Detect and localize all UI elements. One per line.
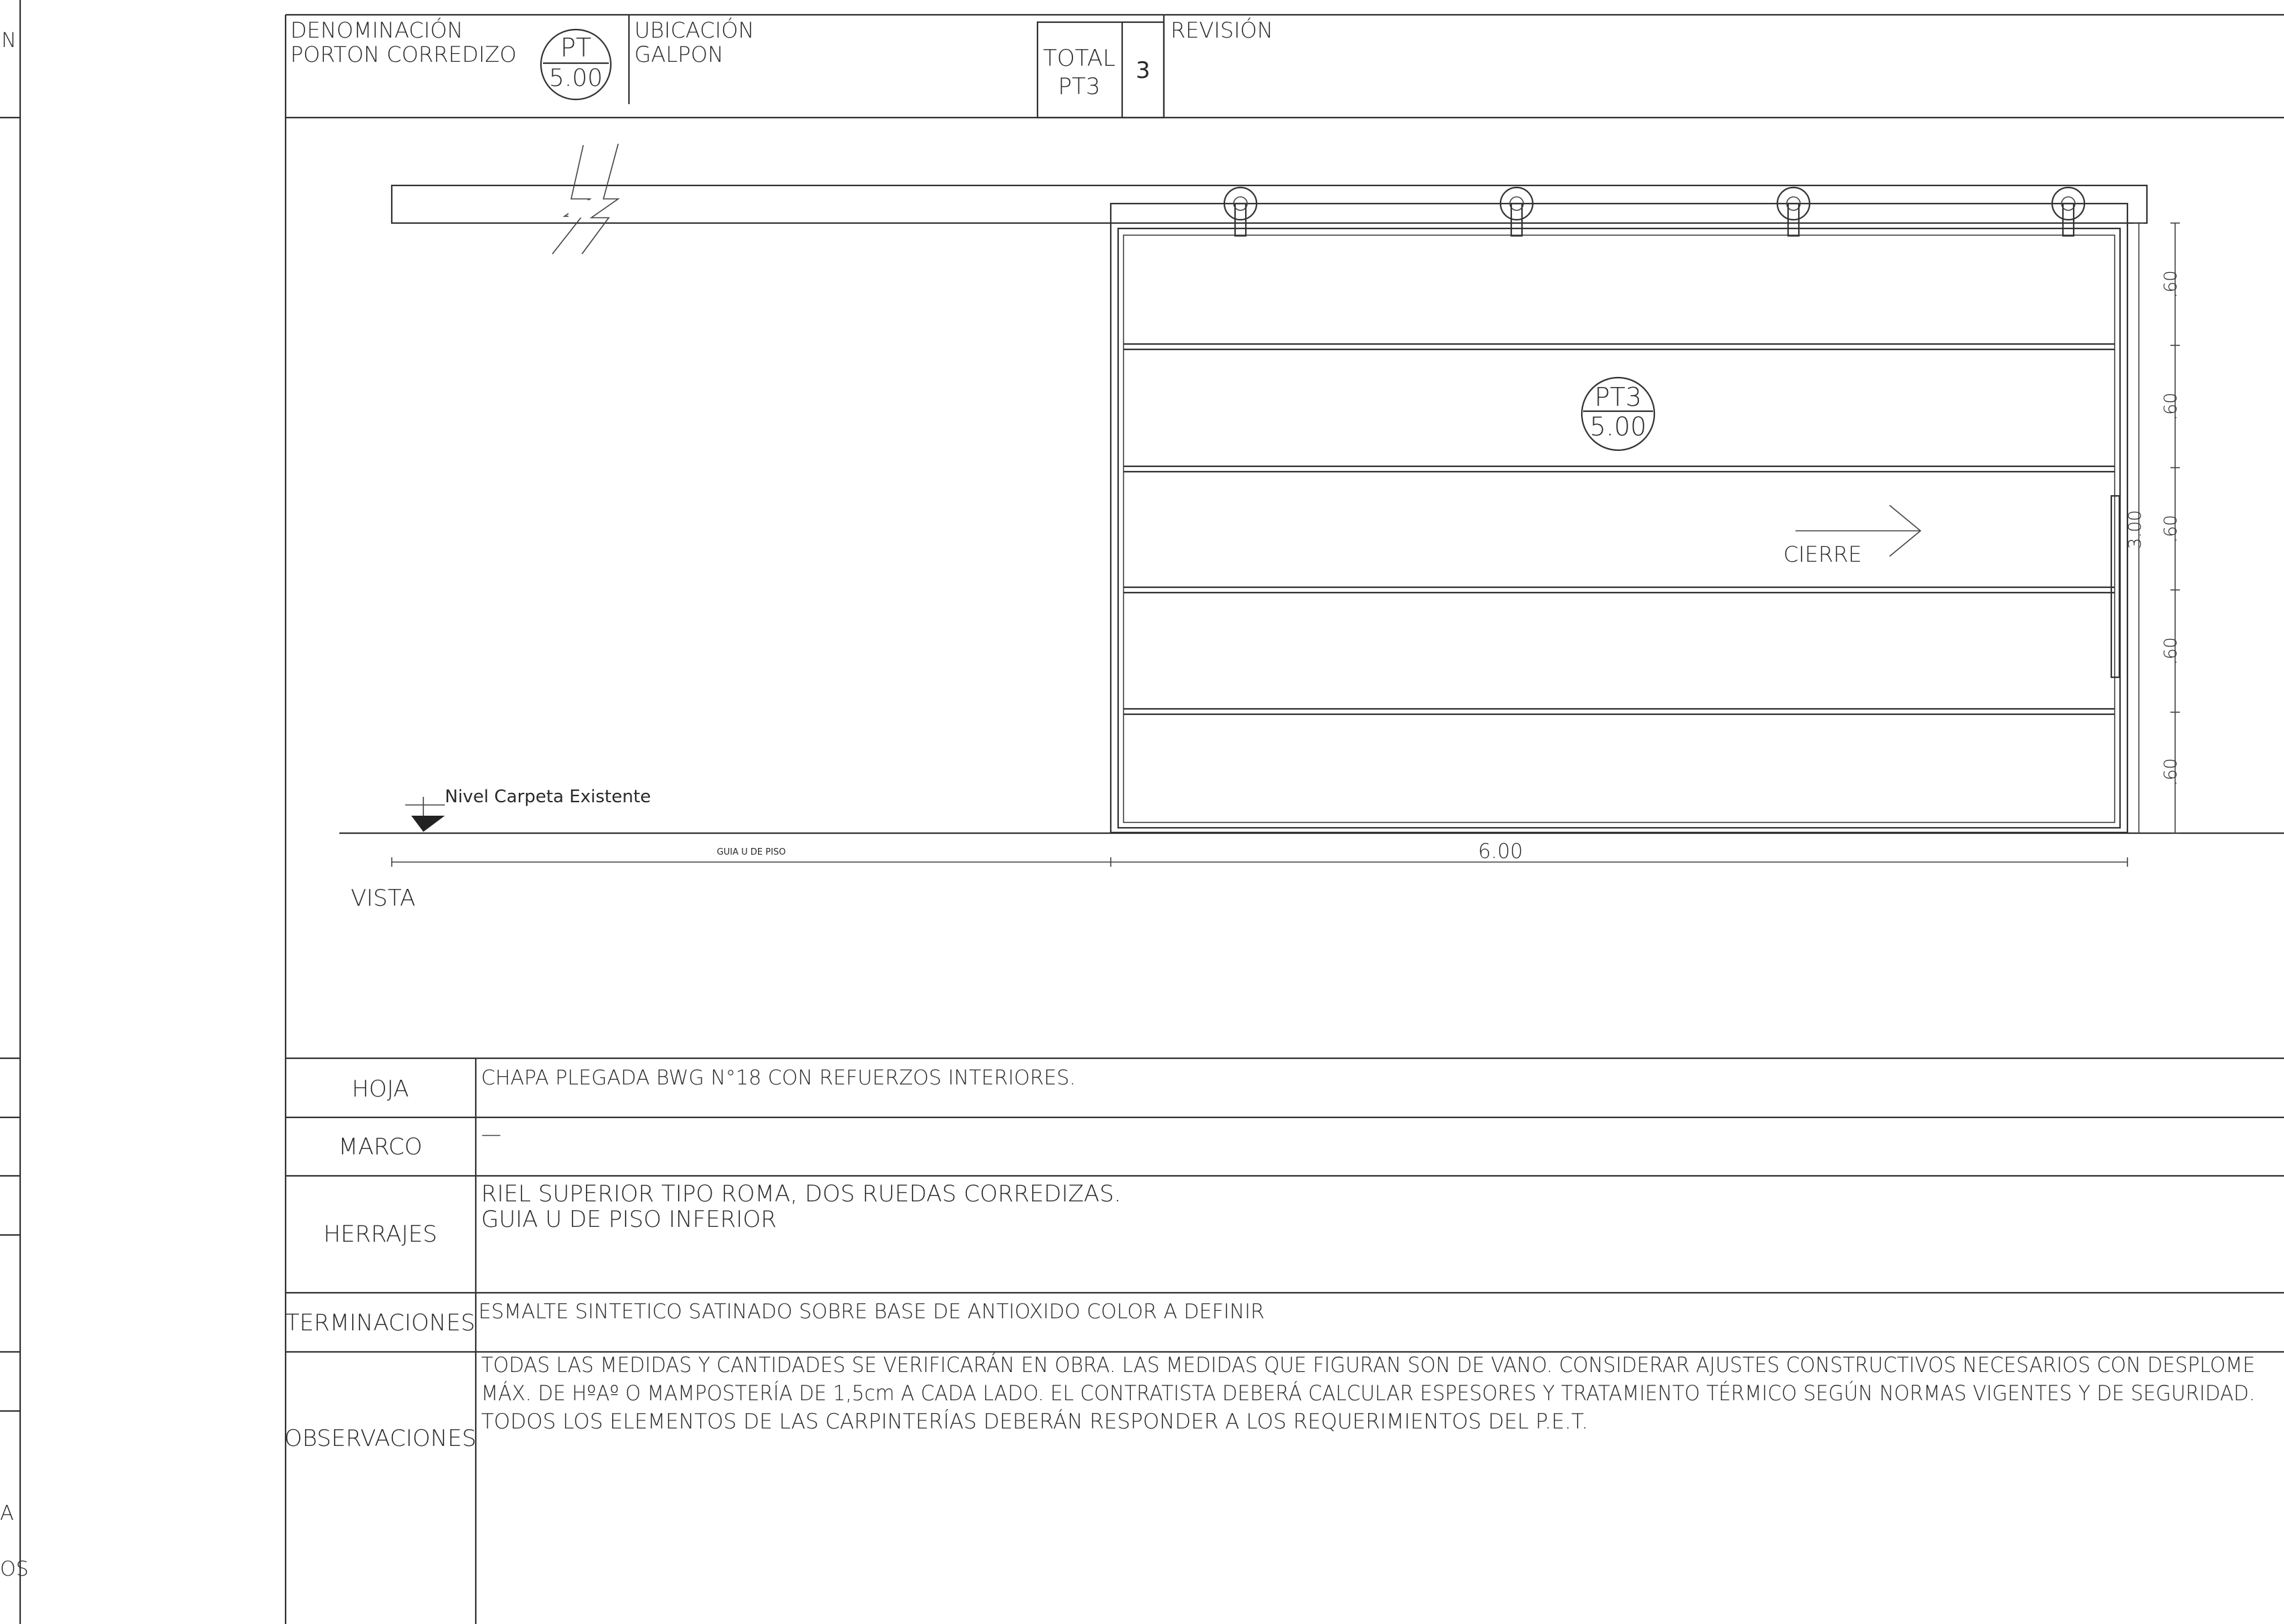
- title-block: DENOMINACIÓN PORTON CORREDIZO PT 5.00 UB…: [286, 15, 2284, 119]
- panel-dim-1: .60: [2161, 270, 2181, 298]
- spec-value-hoja: CHAPA PLEGADA BWG N°18 CON REFUERZOS INT…: [481, 1066, 1076, 1090]
- left-fragment-3: OS: [0, 1557, 29, 1581]
- spec-label-observaciones: OBSERVACIONES: [284, 1425, 476, 1452]
- spec-label-terminaciones: TERMINACIONES: [286, 1310, 475, 1336]
- left-fragment-2: A: [0, 1502, 14, 1525]
- spec-value-marco: —: [481, 1123, 501, 1146]
- spec-value-herrajes-2: GUIA U DE PISO INFERIOR: [481, 1206, 777, 1233]
- spec-row-herrajes: HERRAJES RIEL SUPERIOR TIPO ROMA, DOS RU…: [323, 1181, 1121, 1248]
- cad-sheet: N A OS DENOMINACIÓN PORTON CORREDIZO PT …: [0, 0, 2284, 1624]
- break-symbol: [552, 143, 620, 255]
- spec-row-observaciones: OBSERVACIONES TODAS LAS MEDIDAS Y CANTID…: [284, 1353, 2255, 1452]
- spec-value-observaciones-2: MÁX. DE HºAº O MAMPOSTERÍA DE 1,5cm A CA…: [481, 1381, 2255, 1406]
- spec-value-terminaciones: ESMALTE SINTETICO SATINADO SOBRE BASE DE…: [478, 1300, 1265, 1324]
- ubicacion-label: UBICACIÓN: [634, 17, 754, 43]
- spec-value-observaciones-1: TODAS LAS MEDIDAS Y CANTIDADES SE VERIFI…: [481, 1353, 2255, 1377]
- spec-label-herrajes: HERRAJES: [323, 1221, 437, 1248]
- ref-bubble-top: PT: [560, 33, 591, 62]
- total-count: 3: [1136, 57, 1150, 84]
- guia-label: GUIA U DE PISO: [717, 847, 786, 857]
- denominacion-value: PORTON CORREDIZO: [290, 42, 517, 67]
- horizontal-dimension: GUIA U DE PISO 6.00: [391, 840, 2128, 867]
- left-sheet-fragment: N A OS: [0, 0, 29, 1624]
- spec-label-hoja: HOJA: [351, 1076, 409, 1103]
- panel-dim-4: .60: [2161, 637, 2181, 665]
- total-code: PT3: [1058, 73, 1101, 100]
- gate-outer-frame: [1109, 202, 2129, 834]
- spec-value-herrajes-1: RIEL SUPERIOR TIPO ROMA, DOS RUEDAS CORR…: [481, 1181, 1122, 1207]
- spec-row-hoja: HOJA CHAPA PLEGADA BWG N°18 CON REFUERZO…: [351, 1066, 1075, 1103]
- gate-tag-bubble: PT3 5.00: [1580, 376, 1656, 452]
- panel-dim-2: .60: [2161, 392, 2181, 420]
- closing-label: CIERRE: [1783, 542, 1862, 567]
- panel-dim-5: .60: [2161, 758, 2181, 785]
- spec-value-observaciones-3: TODOS LOS ELEMENTOS DE LAS CARPINTERÍAS …: [481, 1410, 1588, 1434]
- spec-table: HOJA CHAPA PLEGADA BWG N°18 CON REFUERZO…: [284, 1057, 2284, 1624]
- view-label: VISTA: [351, 885, 415, 912]
- ubicacion-value: GALPON: [634, 42, 724, 67]
- total-label: TOTAL: [1043, 45, 1115, 72]
- panel-dim-3: .60: [2161, 515, 2181, 542]
- gate-elevation: PT3 5.00 CIERRE Nivel Carpeta Existente …: [339, 143, 2284, 912]
- revision-label: REVISIÓN: [1171, 17, 1273, 43]
- denominacion-label: DENOMINACIÓN: [290, 17, 463, 43]
- ref-bubble: PT 5.00: [540, 28, 612, 101]
- level-label: Nivel Carpeta Existente: [445, 787, 651, 807]
- gate-tag-bottom: 5.00: [1590, 412, 1647, 441]
- level-marker: Nivel Carpeta Existente: [405, 787, 651, 832]
- gate-tag-top: PT3: [1595, 382, 1642, 412]
- height-dimension: 3.00: [2125, 510, 2146, 549]
- spec-row-terminaciones: TERMINACIONES ESMALTE SINTETICO SATINADO…: [286, 1300, 1265, 1336]
- closing-arrow: CIERRE: [1783, 505, 1922, 567]
- vertical-dimensions: 3.00 .60 .60 .60 .60 .60: [2125, 222, 2181, 834]
- spec-label-marco: MARCO: [338, 1134, 422, 1160]
- left-fragment-1: N: [1, 29, 16, 52]
- width-dimension: 6.00: [1478, 840, 1523, 863]
- ref-bubble-bottom: 5.00: [549, 65, 603, 92]
- spec-row-marco: MARCO —: [338, 1123, 501, 1160]
